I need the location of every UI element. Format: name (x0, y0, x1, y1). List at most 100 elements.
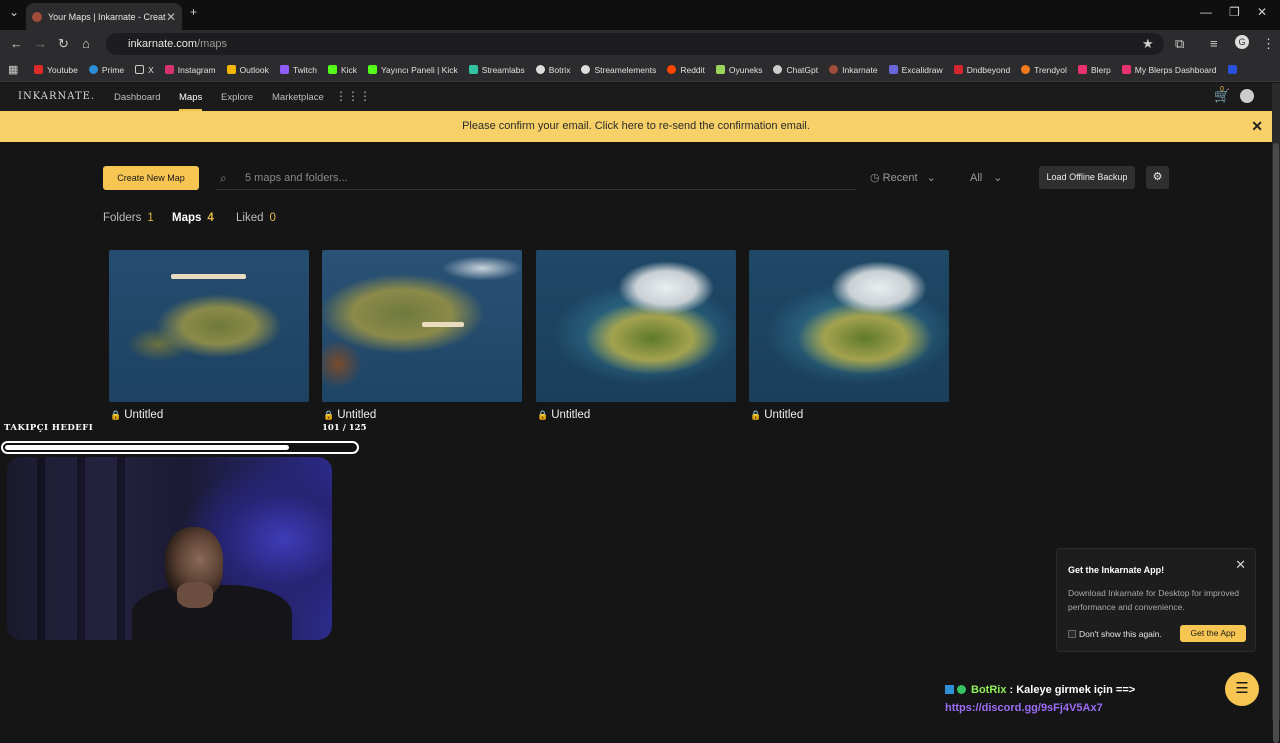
map-thumbnail[interactable] (536, 250, 736, 402)
bookmark-reddit[interactable]: Reddit (667, 65, 705, 75)
inkarnate-logo[interactable]: INKARNATE. (18, 91, 95, 102)
load-offline-backup-button[interactable]: Load Offline Backup (1039, 166, 1135, 189)
bookmark-label: Kick (340, 64, 358, 75)
apps-grid-icon[interactable]: ⋮⋮⋮ (335, 89, 371, 103)
extension-shortcut-icon[interactable] (1227, 65, 1237, 74)
get-app-popup: Get the Inkarnate App! ✕ Download Inkarn… (1056, 548, 1256, 652)
bookmark-kick[interactable]: Kick (327, 64, 358, 75)
sort-dropdown[interactable]: ◷ Recent ⌄ (870, 171, 936, 184)
get-the-app-button[interactable]: Get the App (1180, 625, 1246, 642)
bookmark-blerp-dashboard[interactable]: My Blerps Dashboard (1121, 64, 1217, 75)
extensions-icon[interactable]: ⧉ (1175, 36, 1184, 52)
map-thumbnail[interactable] (109, 250, 309, 402)
popup-description: Download Inkarnate for Desktop for impro… (1068, 588, 1240, 612)
nav-marketplace[interactable]: Marketplace (272, 92, 324, 103)
dont-show-label[interactable]: Don't show this again. (1079, 629, 1162, 639)
twitch-icon (279, 65, 289, 74)
tab-list-icon[interactable]: ⌄ (9, 5, 19, 19)
bookmark-label: My Blerps Dashboard (1134, 64, 1217, 75)
filter-dropdown[interactable]: All ⌄ (970, 171, 1003, 184)
excalidraw-icon (888, 65, 898, 74)
banner-text[interactable]: Please confirm your email. Click here to… (462, 120, 810, 132)
tab-label: Liked (236, 212, 264, 224)
bookmark-star-icon[interactable]: ★ (1142, 36, 1154, 52)
bookmark-botrix[interactable]: Botrix (535, 65, 570, 75)
map-title[interactable]: 🔒 Untitled (750, 409, 803, 421)
bookmark-x[interactable]: X (135, 65, 154, 75)
bookmark-streamelements[interactable]: Streamelements (581, 65, 656, 75)
restore-icon[interactable]: ❐ (1229, 5, 1240, 19)
verified-badge-icon (957, 685, 966, 694)
youtube-icon (34, 65, 43, 74)
home-icon[interactable]: ⌂ (82, 36, 90, 51)
bookmark-streamlabs[interactable]: Streamlabs (468, 64, 525, 75)
discord-link[interactable]: https://discord.gg/9sFj4V5Ax7 (945, 702, 1103, 714)
page-scrollbar[interactable] (1272, 83, 1280, 743)
tab-folders[interactable]: Folders 1 (103, 212, 154, 224)
webcam-overlay (7, 457, 332, 640)
back-icon[interactable]: ← (10, 36, 23, 51)
tab-maps[interactable]: Maps 4 (172, 212, 214, 224)
progress-fill (5, 445, 289, 450)
nav-maps[interactable]: Maps (179, 92, 203, 111)
inkarnate-icon (829, 65, 839, 74)
lock-icon: 🔒 (323, 410, 335, 420)
user-account-icon[interactable] (1240, 89, 1254, 103)
bookmark-kick-panel[interactable]: Yayıncı Paneli | Kick (368, 65, 458, 75)
menu-dots-icon[interactable]: ⋮ (1262, 36, 1275, 52)
chat-support-icon[interactable]: ☰ (1225, 672, 1259, 706)
profile-avatar[interactable]: G (1235, 35, 1249, 49)
bookmark-excalidraw[interactable]: Excalidraw (888, 65, 943, 75)
bookmark-youtube[interactable]: Youtube (34, 65, 78, 75)
map-thumbnail[interactable] (749, 250, 949, 402)
settings-gear-icon[interactable]: ⚙ (1146, 166, 1169, 189)
nav-explore[interactable]: Explore (221, 92, 253, 103)
bookmark-prime[interactable]: Prime (88, 65, 124, 75)
confirm-email-banner[interactable]: Please confirm your email. Click here to… (0, 111, 1272, 142)
chevron-down-icon: ⌄ (993, 172, 1003, 184)
map-title-text: Untitled (337, 409, 377, 421)
tab-liked[interactable]: Liked 0 (236, 212, 276, 224)
browser-tab[interactable]: Your Maps | Inkarnate - Create ✕ (26, 3, 182, 30)
create-new-map-button[interactable]: Create New Map (103, 166, 199, 190)
scrollbar-thumb[interactable] (1273, 143, 1279, 743)
map-title[interactable]: 🔒 Untitled (110, 409, 163, 421)
bookmark-dndbeyond[interactable]: Dndbeyond (953, 65, 1010, 75)
bookmark-label: Inkarnate (842, 64, 878, 75)
bookmark-label: Youtube (47, 64, 78, 75)
close-tab-icon[interactable]: ✕ (166, 10, 176, 24)
bookmark-oyuneks[interactable]: Oyuneks (715, 64, 763, 75)
bot-badge-icon (945, 685, 954, 694)
bookmark-label: Streamlabs (481, 64, 525, 75)
bookmark-label: Oyuneks (728, 64, 763, 75)
search-input[interactable]: ⌕ 5 maps and folders... (216, 166, 856, 190)
instagram-icon (164, 65, 174, 74)
bookmark-blerp[interactable]: Blerp (1077, 65, 1111, 75)
bookmark-instagram[interactable]: Instagram (164, 64, 216, 75)
bookmark-outlook[interactable]: Outlook (226, 65, 269, 75)
bookmark-trendyol[interactable]: Trendyol (1021, 65, 1067, 75)
forward-icon[interactable]: → (34, 36, 47, 51)
follower-goal-count: 101 / 125 (322, 423, 367, 433)
streamlabs-icon (468, 65, 478, 74)
media-icon[interactable]: ≡ (1210, 36, 1218, 51)
map-title[interactable]: 🔒 Untitled (537, 409, 590, 421)
dont-show-checkbox[interactable] (1068, 630, 1076, 638)
url-input[interactable]: inkarnate.com/maps (106, 33, 1164, 55)
reload-icon[interactable]: ↻ (58, 36, 69, 52)
close-banner-icon[interactable]: ✕ (1251, 111, 1263, 142)
bookmark-chatgpt[interactable]: ChatGpt (773, 65, 818, 75)
minimize-icon[interactable]: — (1200, 5, 1212, 19)
bookmark-label: X (148, 64, 154, 75)
new-tab-icon[interactable]: + (190, 5, 197, 19)
map-title[interactable]: 🔒 Untitled (323, 409, 376, 421)
bookmark-label: Instagram (177, 64, 216, 75)
close-window-icon[interactable]: ✕ (1257, 5, 1267, 19)
apps-grid-icon[interactable]: ▦ (8, 63, 18, 76)
close-popup-icon[interactable]: ✕ (1235, 557, 1246, 573)
nav-dashboard[interactable]: Dashboard (114, 92, 160, 103)
bookmark-inkarnate[interactable]: Inkarnate (829, 64, 878, 75)
map-thumbnail[interactable] (322, 250, 522, 402)
bookmark-twitch[interactable]: Twitch (279, 65, 317, 75)
tab-label: Maps (172, 212, 202, 224)
